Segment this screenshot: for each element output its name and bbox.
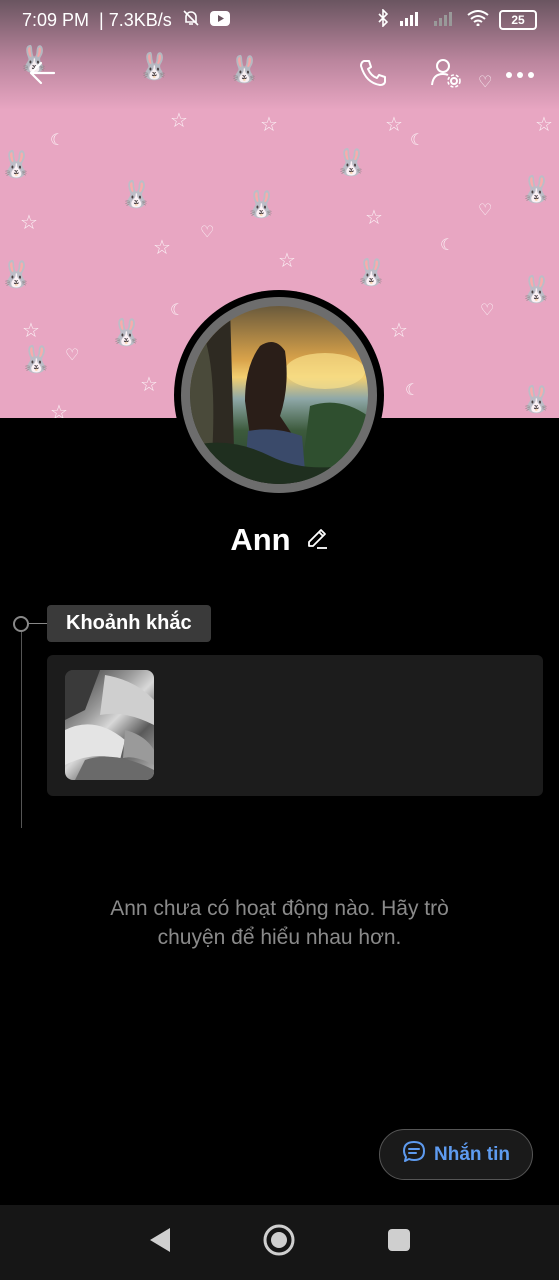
bunny-decoration: 🐰 <box>110 318 143 348</box>
heart-decoration: ♡ <box>478 200 493 219</box>
star-decoration: ☆ <box>140 372 158 396</box>
star-decoration: ☆ <box>50 400 68 418</box>
star-decoration: ☆ <box>260 112 278 136</box>
moments-label: Khoảnh khắc <box>47 605 211 642</box>
empty-activity-message: Ann chưa có hoạt động nào. Hãy trò chuyệ… <box>60 894 499 952</box>
edit-icon <box>305 528 329 554</box>
bunny-decoration: 🐰 <box>245 190 278 220</box>
nav-home-button[interactable] <box>249 1213 309 1273</box>
timeline-dot <box>13 616 29 632</box>
nav-back-icon <box>148 1226 172 1259</box>
battery-icon: 25 <box>499 10 537 30</box>
avatar-border <box>181 297 377 493</box>
star-decoration: ☆ <box>385 112 403 136</box>
bunny-decoration: 🐰 <box>520 385 553 415</box>
bunny-decoration: 🐰 <box>0 260 33 290</box>
moments-card[interactable] <box>47 655 543 796</box>
status-left: 7:09 PM | 7.3KB/s <box>22 9 230 32</box>
nav-home-icon <box>262 1223 296 1262</box>
profile-name-row: Ann <box>0 522 559 558</box>
bunny-decoration: 🐰 <box>335 148 368 178</box>
bluetooth-icon <box>377 7 389 32</box>
bunny-decoration: 🐰 <box>520 275 553 305</box>
nav-recents-button[interactable] <box>369 1213 429 1273</box>
empty-activity-line-1: Ann chưa có hoạt động nào. Hãy trò <box>110 897 449 920</box>
star-decoration: ☆ <box>20 210 38 234</box>
timeline-connector <box>29 623 47 624</box>
edit-name-button[interactable] <box>305 526 329 555</box>
heart-decoration: ♡ <box>200 222 215 241</box>
bunny-decoration: 🐰 <box>355 258 388 288</box>
status-time: 7:09 PM <box>22 9 90 30</box>
moon-decoration: ☾ <box>50 130 65 149</box>
send-message-button[interactable]: Nhắn tin <box>379 1129 533 1180</box>
timeline-line <box>21 632 22 828</box>
avatar-frame[interactable] <box>174 290 384 500</box>
youtube-icon <box>209 10 230 31</box>
profile-name: Ann <box>230 522 291 557</box>
back-arrow-icon <box>28 61 56 90</box>
avatar[interactable] <box>190 306 368 484</box>
signal-icon <box>433 10 457 31</box>
top-action-bar <box>0 48 559 102</box>
back-button[interactable] <box>18 48 66 102</box>
star-decoration: ☆ <box>153 235 171 259</box>
more-options-button[interactable] <box>496 48 544 102</box>
phone-icon <box>358 58 388 93</box>
nav-recents-icon <box>386 1227 412 1258</box>
bunny-decoration: 🐰 <box>120 180 153 210</box>
bunny-decoration: 🐰 <box>20 345 53 375</box>
user-settings-icon <box>430 57 462 94</box>
wifi-icon <box>467 9 489 31</box>
moon-decoration: ☾ <box>440 235 455 254</box>
star-decoration: ☆ <box>22 318 40 342</box>
chat-bubble-icon <box>402 1140 426 1170</box>
star-decoration: ☆ <box>390 318 408 342</box>
status-right: 25 <box>377 7 537 32</box>
moon-decoration: ☾ <box>405 380 420 399</box>
system-navigation-bar <box>0 1205 559 1280</box>
star-decoration: ☆ <box>535 112 553 136</box>
avatar-photo <box>190 306 368 484</box>
moon-decoration: ☾ <box>170 300 185 319</box>
profile-settings-button[interactable] <box>422 48 470 102</box>
status-network-speed: | 7.3KB/s <box>99 9 172 30</box>
status-bar: 7:09 PM | 7.3KB/s 25 <box>0 0 559 40</box>
star-decoration: ☆ <box>278 248 296 272</box>
empty-activity-line-2: chuyện để hiểu nhau hơn. <box>157 926 402 949</box>
more-icon <box>505 66 535 84</box>
signal-icon <box>399 10 423 31</box>
nav-back-button[interactable] <box>130 1213 190 1273</box>
star-decoration: ☆ <box>170 108 188 132</box>
heart-decoration: ♡ <box>480 300 495 319</box>
bunny-decoration: 🐰 <box>0 150 33 180</box>
star-decoration: ☆ <box>365 205 383 229</box>
call-button[interactable] <box>349 48 397 102</box>
moment-thumbnail[interactable] <box>65 670 154 780</box>
mute-bell-icon <box>182 9 200 32</box>
moment-photo <box>65 670 154 780</box>
heart-decoration: ♡ <box>65 345 80 364</box>
send-message-label: Nhắn tin <box>434 1143 510 1165</box>
moon-decoration: ☾ <box>410 130 425 149</box>
bunny-decoration: 🐰 <box>520 175 553 205</box>
